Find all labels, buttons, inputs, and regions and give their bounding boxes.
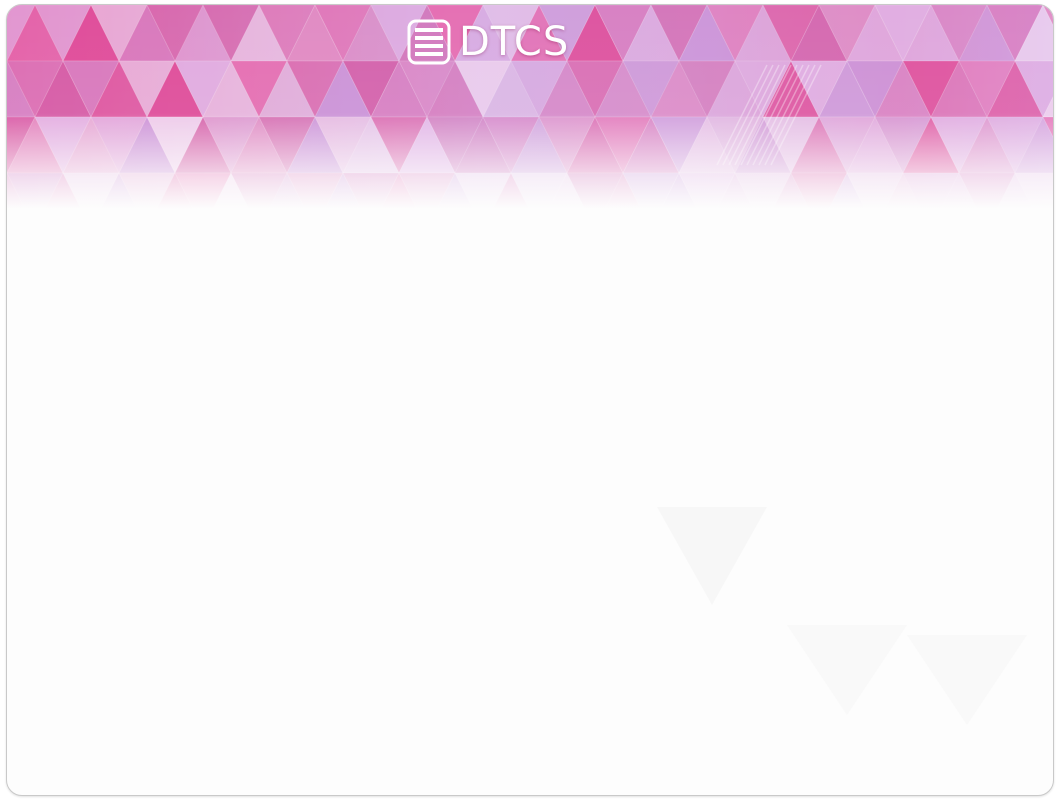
logo: DTCS [407,17,569,67]
logo-text: DTCS [459,19,570,65]
faint-triangle-watermark [657,507,1027,725]
header-banner: DTCS [7,5,1053,245]
slide-content-area [7,245,1053,795]
document-list-icon [407,19,451,65]
slide-card: DTCS [6,4,1054,796]
